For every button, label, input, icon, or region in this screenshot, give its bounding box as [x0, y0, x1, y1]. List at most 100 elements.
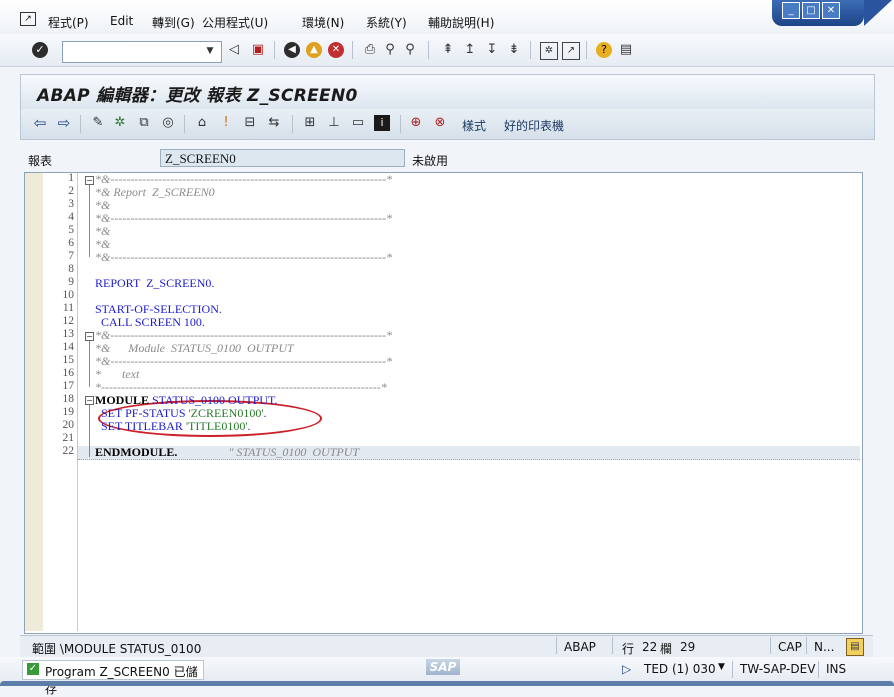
caps-indicator: CAP: [778, 640, 802, 654]
program-label: 報表: [28, 154, 53, 168]
line-number: 14: [62, 341, 75, 353]
server-name: TW-SAP-DEV: [740, 662, 816, 676]
fold-toggle-icon[interactable]: −: [85, 332, 94, 341]
menu-program[interactable]: 程式(P): [48, 14, 89, 31]
line-number: 6: [68, 237, 74, 249]
page-title: ABAP 編輯器：更改 報表 Z_SCREEN0: [37, 86, 358, 106]
code-line[interactable]: SET TITLEBAR 'TITLE0100'.: [95, 419, 251, 434]
line-number: 17: [62, 380, 75, 392]
session-info: TED (1) 030: [644, 662, 716, 676]
back-icon[interactable]: ◀: [284, 42, 300, 58]
line-number: 16: [62, 367, 75, 379]
cancel-icon[interactable]: ✕: [328, 42, 344, 58]
window-controls: _ □ ✕: [772, 0, 892, 26]
menu-utilities[interactable]: 公用程式(U): [202, 14, 268, 31]
title-area: ABAP 編輯器：更改 報表 Z_SCREEN0: [20, 74, 875, 109]
line-number: 4: [68, 211, 74, 223]
fold-toggle-icon[interactable]: −: [85, 396, 94, 405]
line-number: 7: [68, 250, 74, 262]
enter-icon[interactable]: ✓: [32, 42, 48, 58]
pretty-printer-button[interactable]: 好的印表機: [504, 117, 564, 134]
line-value: 22: [642, 640, 658, 654]
chevron-down-icon[interactable]: ▼: [718, 662, 725, 672]
code-line[interactable]: *& Report Z_SCREEN0: [95, 185, 215, 200]
minimize-icon[interactable]: _: [782, 2, 800, 19]
line-number: 9: [68, 276, 74, 288]
activate-icon[interactable]: ⧉: [136, 115, 152, 131]
last-page-icon[interactable]: ⇟: [506, 42, 522, 58]
language-text: ABAP: [564, 640, 596, 654]
first-page-icon[interactable]: ⇞: [440, 42, 456, 58]
shortcut-icon[interactable]: ↗: [562, 42, 580, 60]
menu-environment[interactable]: 環境(N): [302, 14, 344, 31]
display-object-list-icon[interactable]: ⊟: [242, 115, 258, 131]
code-line[interactable]: *&--------------------------------------…: [95, 250, 392, 265]
chevron-down-icon[interactable]: ▼: [204, 42, 216, 60]
delete-breakpoint-icon[interactable]: ⊗: [432, 115, 448, 131]
save-icon[interactable]: ▣: [250, 42, 266, 58]
menu-edit[interactable]: Edit: [110, 14, 133, 28]
line-number: 13: [62, 328, 75, 340]
navigation-window-icon[interactable]: ⇆: [266, 115, 282, 131]
arrow-right-icon[interactable]: ⇨: [56, 115, 72, 131]
line-number: 12: [62, 315, 75, 327]
previous-page-icon[interactable]: ↥: [462, 42, 478, 58]
fold-toggle-icon[interactable]: −: [85, 176, 94, 185]
bottom-stripe: [0, 681, 894, 686]
play-icon[interactable]: ▷: [622, 662, 631, 676]
help-icon[interactable]: ?: [596, 42, 612, 58]
arrow-left-icon[interactable]: ⇦: [32, 115, 48, 131]
line-number: 3: [68, 198, 74, 210]
info-icon[interactable]: i: [374, 115, 390, 131]
pattern-icon[interactable]: ⊥: [326, 115, 342, 131]
new-session-icon[interactable]: ✲: [540, 42, 558, 60]
exit-icon[interactable]: ▲: [306, 42, 322, 58]
where-used-icon[interactable]: ⌂: [194, 115, 210, 131]
success-check-icon: ✓: [27, 663, 39, 675]
breakpoint-icon[interactable]: ⊕: [408, 115, 424, 131]
back-arrow-icon[interactable]: ◁: [226, 42, 242, 58]
line-number: 11: [62, 302, 74, 314]
message-box: ✓ Program Z_SCREEN0 已儲存: [22, 660, 204, 696]
editor-gutter: [25, 173, 43, 631]
code-line[interactable]: ENDMODULE. " STATUS_0100 OUTPUT: [95, 445, 359, 460]
menu-help[interactable]: 輔助說明(H): [428, 14, 494, 31]
toggle-edit-icon[interactable]: ✎: [90, 115, 106, 131]
line-number: 20: [62, 419, 75, 431]
print-icon[interactable]: ⎙: [362, 42, 378, 58]
find-next-icon[interactable]: ⚲: [402, 42, 418, 58]
line-number: 10: [62, 289, 75, 301]
menu-system[interactable]: 系統(Y): [366, 14, 407, 31]
menu-bar: ↗ 程式(P) Edit 轉到(G) 公用程式(U) 環境(N) 系統(Y) 輔…: [0, 0, 894, 34]
line-number: 21: [62, 432, 75, 444]
line-number: 15: [62, 354, 75, 366]
maximize-icon[interactable]: □: [802, 2, 820, 19]
program-status: 未啟用: [412, 154, 449, 168]
line-number: 18: [62, 393, 75, 405]
find-icon[interactable]: ⚲: [382, 42, 398, 58]
insert-mode: INS: [826, 662, 847, 676]
test-icon[interactable]: ◎: [160, 115, 176, 131]
status-message: Program Z_SCREEN0 已儲存: [45, 665, 198, 696]
layout-menu-icon[interactable]: ▤: [618, 42, 634, 58]
command-field[interactable]: [62, 41, 222, 63]
line-number: 8: [68, 263, 74, 275]
line-label: 行: [622, 642, 635, 656]
object-list-icon[interactable]: ǃ: [218, 115, 234, 131]
menu-icon[interactable]: ↗: [20, 12, 36, 26]
hierarchy-icon[interactable]: ⊞: [302, 115, 318, 131]
code-line[interactable]: REPORT Z_SCREEN0.: [95, 276, 214, 291]
notepad-icon[interactable]: ▤: [846, 638, 864, 656]
close-icon[interactable]: ✕: [822, 2, 840, 19]
column-label: 欄: [660, 642, 673, 656]
column-value: 29: [680, 640, 696, 654]
pretty-printer-icon[interactable]: ▭: [350, 115, 366, 131]
line-number: 1: [68, 172, 74, 184]
check-syntax-icon[interactable]: ✲: [112, 115, 128, 131]
program-name-field[interactable]: Z_SCREEN0: [160, 149, 405, 167]
next-page-icon[interactable]: ↧: [484, 42, 500, 58]
menu-goto[interactable]: 轉到(G): [152, 14, 195, 31]
style-button[interactable]: 樣式: [462, 117, 486, 134]
code-line[interactable]: *&--------------------------------------…: [95, 211, 392, 226]
code-line[interactable]: *&--------------------------------------…: [95, 354, 392, 369]
